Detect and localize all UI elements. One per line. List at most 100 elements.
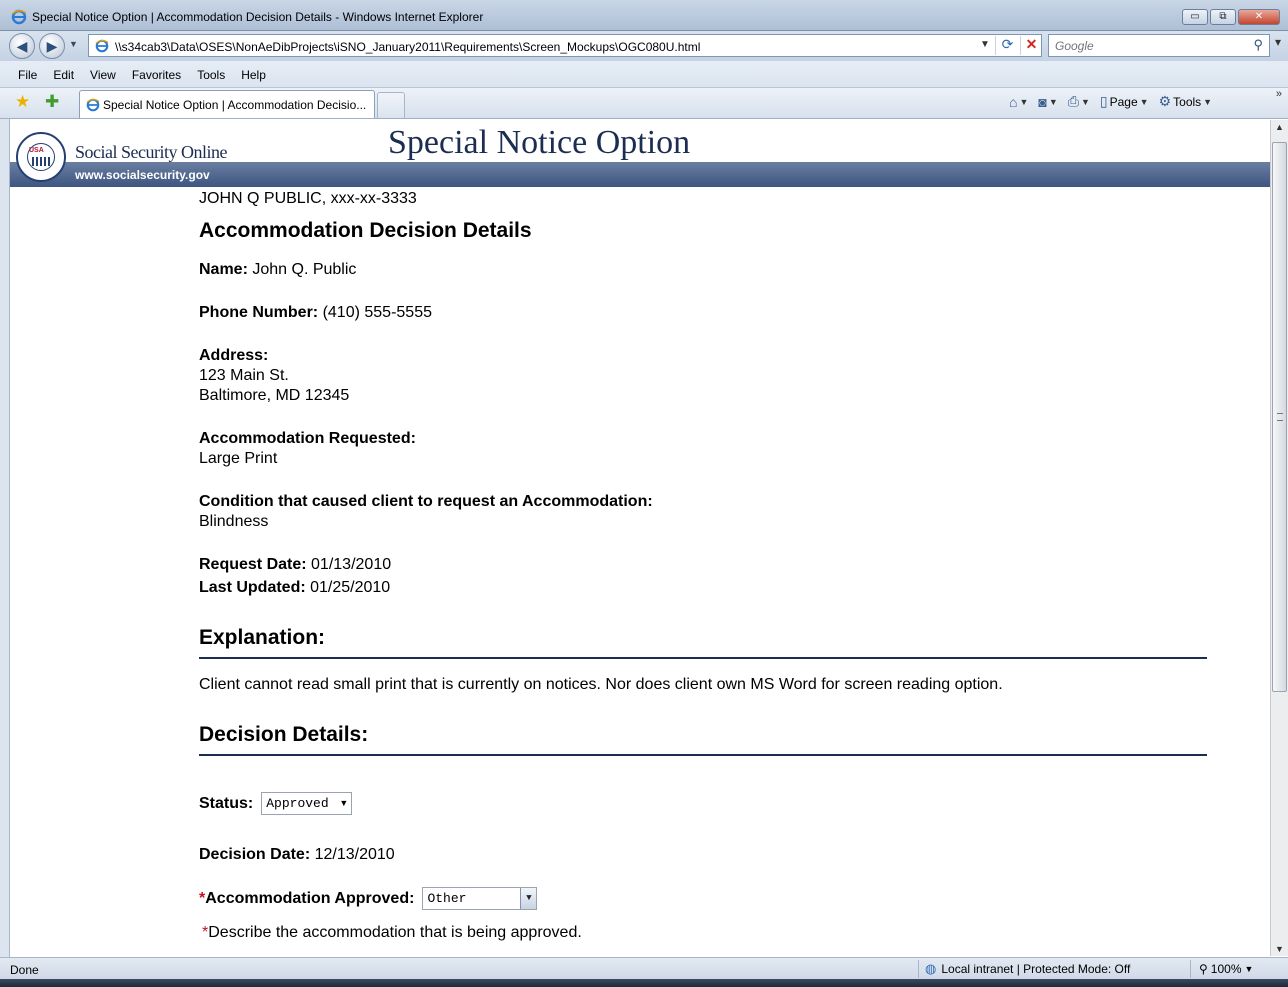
add-favorites-icon[interactable]: ✚ [45, 92, 59, 112]
security-zone[interactable]: ◍ Local intranet | Protected Mode: Off [918, 960, 1130, 978]
chevron-down-icon: ▼ [1139, 96, 1149, 107]
decision-date-value: 12/13/2010 [314, 846, 395, 863]
scroll-down-icon[interactable]: ▼ [1275, 944, 1284, 954]
address-bar[interactable]: \\s34cab3\Data\OSES\NonAeDibProjects\iSN… [88, 34, 1042, 57]
status-text: Done [10, 963, 39, 977]
globe-icon: ◍ [925, 961, 937, 976]
page-icon [95, 39, 109, 56]
site-brand[interactable]: Social Security Online [75, 142, 227, 163]
menu-tools[interactable]: Tools [189, 61, 233, 87]
menu-file[interactable]: File [10, 61, 45, 87]
address-url[interactable]: \\s34cab3\Data\OSES\NonAeDibProjects\iSN… [115, 40, 700, 54]
taskbar [0, 979, 1288, 987]
section-heading: Accommodation Decision Details [199, 219, 532, 242]
menu-bar: File Edit View Favorites Tools Help [0, 61, 1288, 88]
menu-favorites[interactable]: Favorites [124, 61, 189, 87]
tab-bar: ★ ✚ Special Notice Option | Accommodatio… [0, 88, 1288, 119]
menu-edit[interactable]: Edit [45, 61, 82, 87]
chevron-down-icon: ▼ [1244, 964, 1254, 974]
condition-value: Blindness [199, 513, 269, 530]
printer-icon: ⎙ [1067, 93, 1079, 109]
menu-help[interactable]: Help [233, 61, 274, 87]
request-date-field: Request Date: 01/13/2010 [199, 555, 391, 575]
phone-label: Phone Number: [199, 304, 319, 321]
status-select-value: Approved [266, 796, 329, 811]
tools-menu-label: Tools [1173, 94, 1202, 109]
chevron-down-icon: ▼ [1019, 96, 1029, 107]
decision-date-label: Decision Date: [199, 846, 311, 863]
zone-text: Local intranet | Protected Mode: Off [941, 962, 1131, 976]
search-box[interactable]: ⚲ [1048, 34, 1270, 57]
tab-label: Special Notice Option | Accommodation De… [103, 98, 367, 112]
explanation-heading: Explanation: [199, 626, 1207, 659]
tools-menu-button[interactable]: ⚙ Tools ▼ [1156, 93, 1216, 110]
describe-accommodation-label: *Describe the accommodation that is bein… [202, 924, 582, 942]
feeds-button[interactable]: ◙ ▼ [1035, 94, 1060, 110]
accommodation-approved-select[interactable]: Other ▼ [422, 887, 538, 910]
request-date-label: Request Date: [199, 556, 307, 573]
search-input[interactable] [1055, 39, 1245, 53]
close-window-button[interactable]: ✕ [1238, 9, 1280, 25]
home-button[interactable]: ⌂ ▼ [1006, 94, 1031, 110]
address-label: Address: [199, 347, 269, 364]
chevron-down-icon: ▼ [1203, 96, 1213, 107]
explanation-text: Client cannot read small print that is c… [199, 676, 1003, 693]
site-url-link[interactable]: www.socialsecurity.gov [75, 168, 210, 182]
scrollbar-thumb[interactable] [1272, 142, 1287, 692]
gear-icon: ⚙ [1158, 93, 1172, 109]
address-line-2: Baltimore, MD 12345 [199, 387, 350, 404]
minimize-button[interactable]: ▭ [1182, 9, 1208, 25]
phone-field: Phone Number: (410) 555-5555 [199, 303, 432, 323]
favorites-star-icon[interactable]: ★ [15, 92, 30, 112]
page-menu-label: Page [1109, 94, 1138, 109]
condition-field: Condition that caused client to request … [199, 492, 653, 532]
seal-text: USA [29, 147, 44, 154]
chevron-down-icon[interactable]: ▼ [520, 888, 537, 909]
condition-label: Condition that caused client to request … [199, 493, 653, 510]
tab-active[interactable]: Special Notice Option | Accommodation De… [79, 90, 375, 118]
name-label: Name: [199, 261, 248, 278]
decision-details-heading: Decision Details: [199, 723, 1207, 756]
request-date-value: 01/13/2010 [311, 556, 392, 573]
accommodation-requested-label: Accommodation Requested: [199, 430, 416, 447]
internet-explorer-icon [11, 9, 27, 28]
back-button[interactable]: ◀ [9, 33, 35, 59]
page-icon: ▯ [1099, 93, 1108, 109]
status-bar: Done ◍ Local intranet | Protected Mode: … [0, 957, 1288, 979]
scroll-up-icon[interactable]: ▲ [1275, 122, 1284, 132]
print-button[interactable]: ⎙ ▼ [1065, 93, 1093, 110]
address-line-1: 123 Main St. [199, 367, 289, 384]
name-field: Name: John Q. Public [199, 260, 356, 280]
more-commands-icon[interactable]: » [1276, 88, 1282, 100]
stop-icon[interactable]: ✕ [1020, 36, 1042, 55]
menu-view[interactable]: View [82, 61, 124, 87]
zoom-control[interactable]: ⚲ 100% ▼ [1190, 960, 1253, 978]
page-menu-button[interactable]: ▯ Page ▼ [1097, 93, 1152, 110]
page-title: Special Notice Option [388, 124, 691, 161]
status-label: Status: [199, 794, 254, 812]
last-updated-field: Last Updated: 01/25/2010 [199, 578, 390, 598]
recent-pages-dropdown-icon[interactable]: ▼ [69, 39, 78, 49]
decision-date-field: Decision Date: 12/13/2010 [199, 845, 395, 865]
search-options-icon[interactable]: ▾ [1275, 35, 1281, 49]
refresh-icon[interactable]: ⟳ [995, 36, 1019, 55]
forward-button[interactable]: ▶ [39, 33, 65, 59]
page-viewport: USA Social Security Online Special Notic… [10, 120, 1270, 956]
accommodation-approved-label: Accommodation Approved: [205, 889, 415, 907]
status-select[interactable]: Approved ▼ [261, 792, 353, 815]
last-updated-value: 01/25/2010 [310, 579, 391, 596]
describe-text: Describe the accommodation that is being… [208, 924, 582, 941]
search-icon[interactable]: ⚲ [1253, 37, 1263, 53]
accommodation-approved-row: *Accommodation Approved: Other ▼ [199, 887, 538, 910]
accommodation-requested-value: Large Print [199, 450, 278, 467]
restore-button[interactable]: ⧉ [1210, 9, 1236, 25]
new-tab-button[interactable] [377, 92, 405, 118]
window-left-border [0, 119, 10, 957]
vertical-scrollbar[interactable]: ▲ ▼ [1270, 120, 1288, 956]
name-value: John Q. Public [252, 261, 357, 278]
magnifier-icon: ⚲ [1199, 962, 1208, 976]
chevron-down-icon: ▼ [1080, 96, 1090, 107]
accommodation-approved-field-label: *Accommodation Approved: [199, 890, 414, 908]
address-dropdown-icon[interactable]: ▼ [980, 39, 990, 50]
status-row: Status: Approved ▼ [199, 792, 353, 815]
